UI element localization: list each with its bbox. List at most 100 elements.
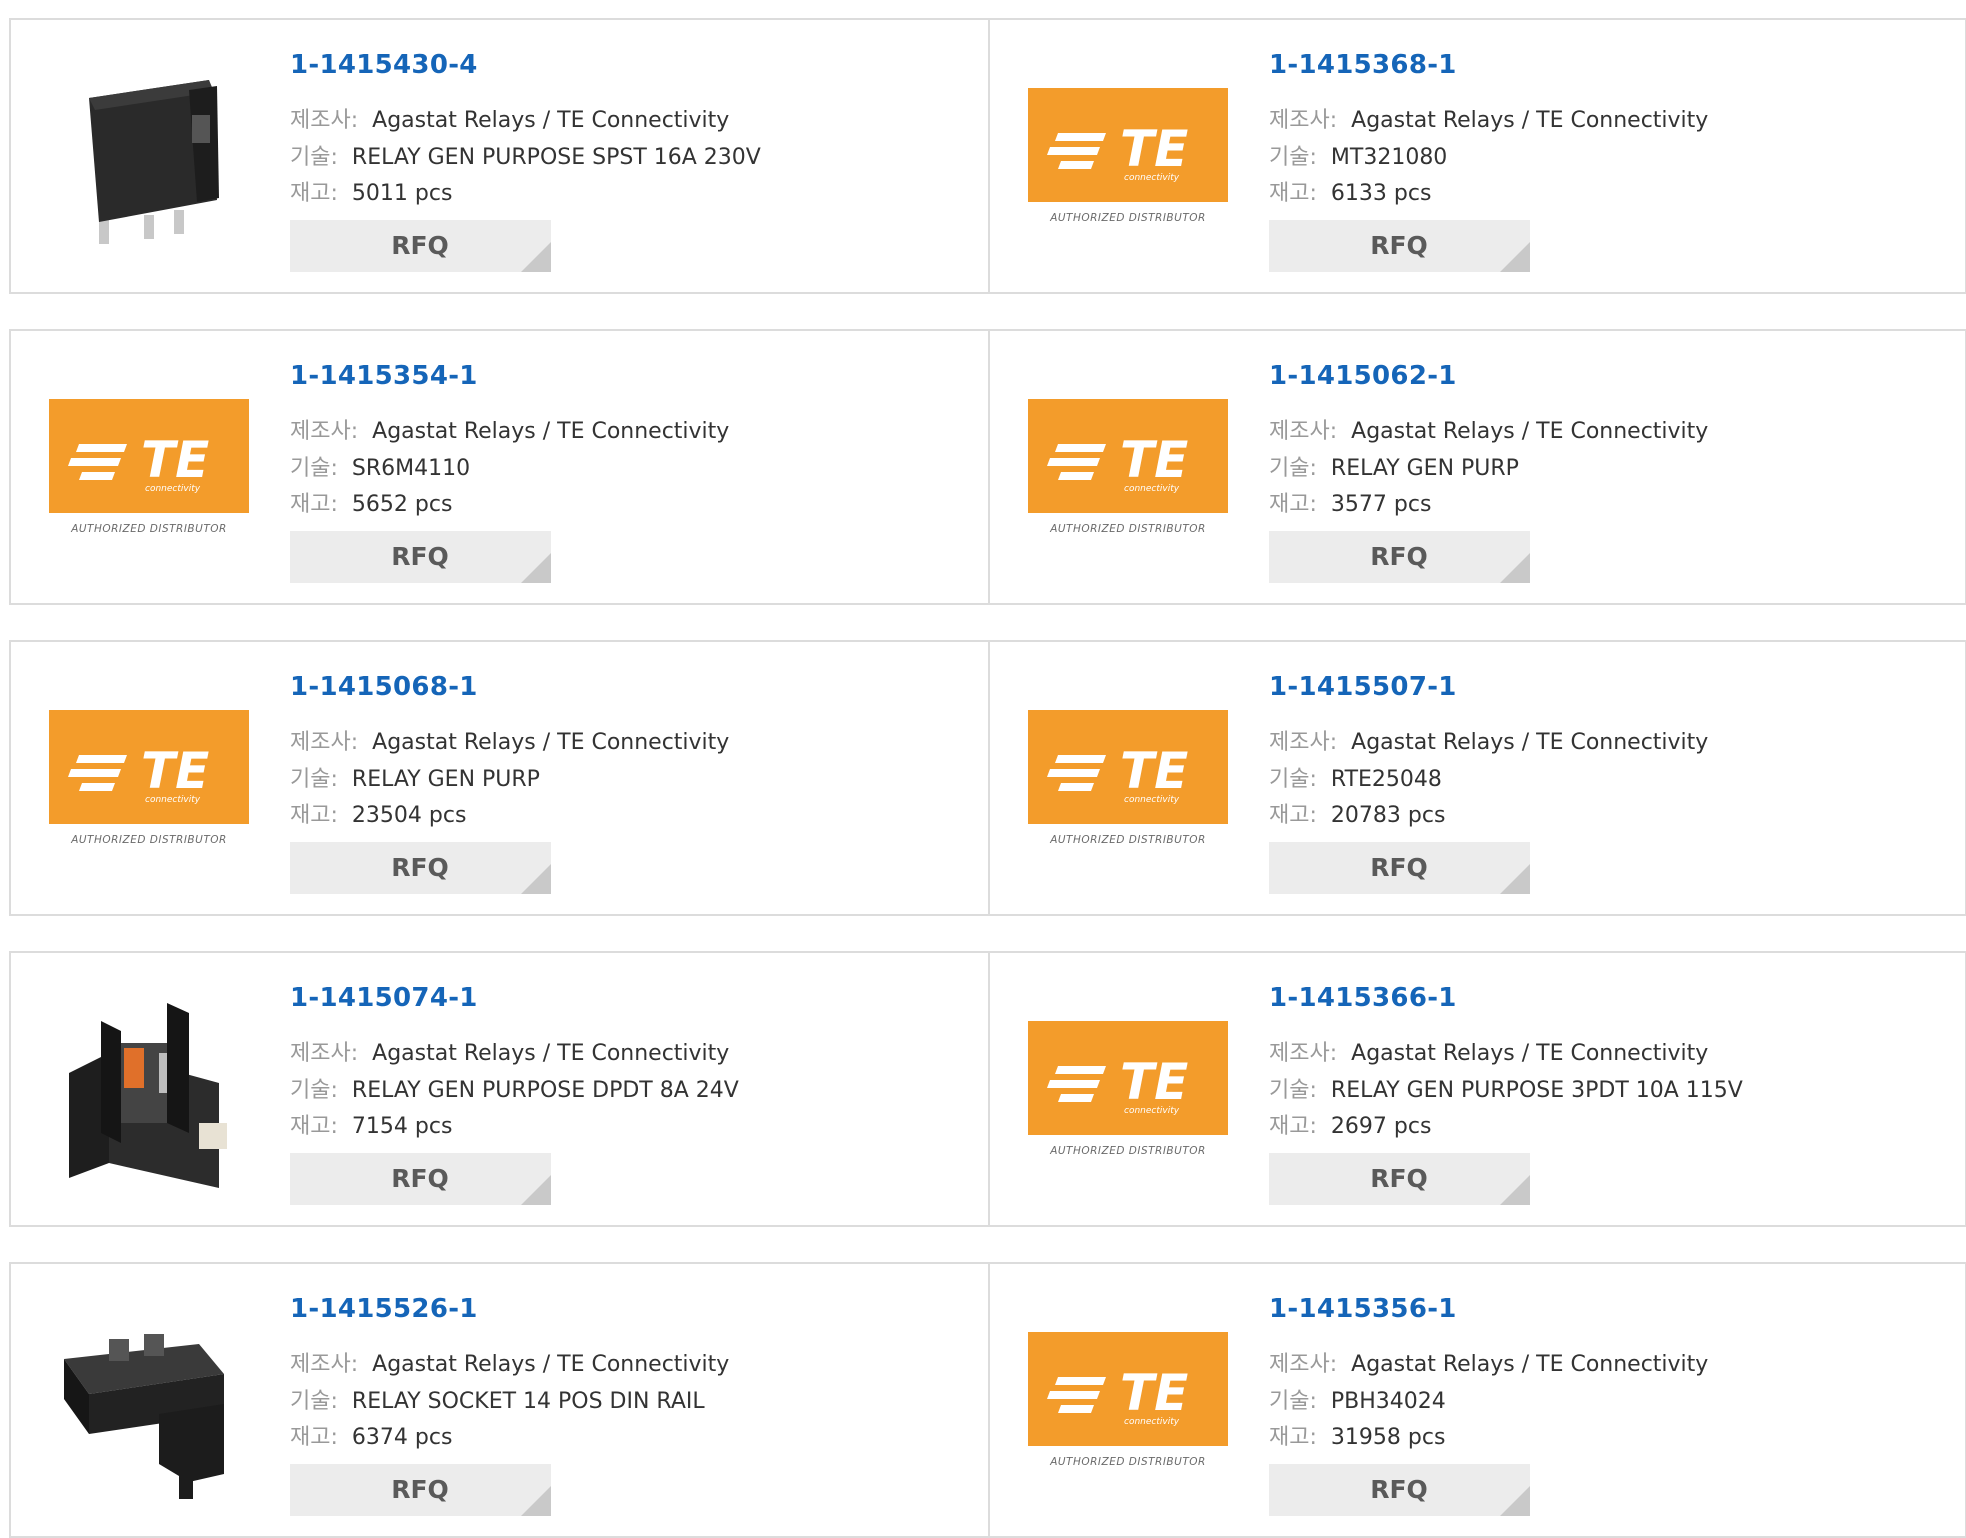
- stock-line: 재고: 31958 pcs: [1269, 1419, 1445, 1451]
- te-logo-box: TE connectivity: [1028, 87, 1228, 202]
- rfq-button[interactable]: RFQ: [290, 842, 551, 894]
- rfq-label: RFQ: [1370, 1475, 1428, 1504]
- product-row: TE connectivity AUTHORIZED DISTRIBUTOR 1…: [9, 640, 1966, 916]
- te-subbrand-text: connectivity: [145, 795, 201, 805]
- part-number-link[interactable]: 1-1415074-1: [290, 983, 478, 1013]
- stock-label: 재고:: [1269, 1114, 1317, 1139]
- rfq-label: RFQ: [1370, 853, 1428, 882]
- product-image[interactable]: [49, 993, 249, 1193]
- te-subbrand-text: connectivity: [1124, 173, 1180, 183]
- description-value: SR6M4110: [351, 456, 471, 481]
- stock-value: 5011 pcs: [351, 181, 453, 206]
- stock-line: 재고: 7154 pcs: [290, 1108, 452, 1140]
- manufacturer-label: 제조사:: [1269, 108, 1338, 133]
- stock-label: 재고:: [1269, 1425, 1317, 1450]
- authorized-distributor-caption: AUTHORIZED DISTRIBUTOR: [1050, 211, 1206, 224]
- description-line: 기술: PBH34024: [1269, 1383, 1446, 1415]
- authorized-distributor-caption: AUTHORIZED DISTRIBUTOR: [1050, 833, 1206, 846]
- part-number-link[interactable]: 1-1415062-1: [1269, 361, 1457, 391]
- description-line: 기술: RELAY GEN PURP: [290, 761, 540, 793]
- product-image[interactable]: [49, 1304, 249, 1504]
- manufacturer-value: Agastat Relays / TE Connectivity: [372, 419, 730, 444]
- rfq-label: RFQ: [391, 542, 449, 571]
- rfq-button[interactable]: RFQ: [290, 220, 551, 272]
- product-card: TE connectivity AUTHORIZED DISTRIBUTOR 1…: [990, 642, 1966, 914]
- rfq-label: RFQ: [1370, 1164, 1428, 1193]
- te-logo: TE connectivity AUTHORIZED DISTRIBUTOR: [1028, 1331, 1228, 1477]
- product-image[interactable]: TE connectivity AUTHORIZED DISTRIBUTOR: [1028, 1304, 1228, 1504]
- stock-value: 23504 pcs: [351, 803, 467, 828]
- rfq-button[interactable]: RFQ: [1269, 842, 1530, 894]
- product-image[interactable]: TE connectivity AUTHORIZED DISTRIBUTOR: [49, 682, 249, 882]
- product-image[interactable]: TE connectivity AUTHORIZED DISTRIBUTOR: [1028, 682, 1228, 882]
- manufacturer-label: 제조사:: [290, 1041, 359, 1066]
- product-image[interactable]: TE connectivity AUTHORIZED DISTRIBUTOR: [1028, 993, 1228, 1193]
- part-number-link[interactable]: 1-1415366-1: [1269, 983, 1457, 1013]
- manufacturer-line: 제조사: Agastat Relays / TE Connectivity: [290, 1035, 729, 1067]
- relay-icon: [89, 80, 219, 244]
- product-image[interactable]: [49, 60, 249, 260]
- corner-fold-icon: [521, 553, 551, 583]
- manufacturer-label: 제조사:: [290, 730, 359, 755]
- product-image[interactable]: TE connectivity AUTHORIZED DISTRIBUTOR: [1028, 371, 1228, 571]
- part-number-link[interactable]: 1-1415356-1: [1269, 1294, 1457, 1324]
- product-row: TE connectivity AUTHORIZED DISTRIBUTOR 1…: [9, 329, 1966, 605]
- corner-fold-icon: [1500, 864, 1530, 894]
- rfq-button[interactable]: RFQ: [1269, 220, 1530, 272]
- manufacturer-value: Agastat Relays / TE Connectivity: [372, 730, 730, 755]
- manufacturer-label: 제조사:: [1269, 730, 1338, 755]
- product-image[interactable]: TE connectivity AUTHORIZED DISTRIBUTOR: [1028, 60, 1228, 260]
- stock-label: 재고:: [290, 1425, 338, 1450]
- stock-label: 재고:: [290, 1114, 338, 1139]
- description-line: 기술: MT321080: [1269, 139, 1447, 171]
- rfq-button[interactable]: RFQ: [290, 1153, 551, 1205]
- description-label: 기술:: [290, 1078, 338, 1103]
- te-logo-mark-icon: TE connectivity: [1047, 1053, 1188, 1116]
- rfq-button[interactable]: RFQ: [1269, 1464, 1530, 1516]
- product-image[interactable]: TE connectivity AUTHORIZED DISTRIBUTOR: [49, 371, 249, 571]
- part-number-link[interactable]: 1-1415368-1: [1269, 50, 1457, 80]
- description-line: 기술: RTE25048: [1269, 761, 1442, 793]
- stock-label: 재고:: [1269, 803, 1317, 828]
- part-number-link[interactable]: 1-1415430-4: [290, 50, 478, 80]
- stock-line: 재고: 5011 pcs: [290, 175, 452, 207]
- din-socket-icon: [64, 1334, 224, 1499]
- te-logo: TE connectivity AUTHORIZED DISTRIBUTOR: [1028, 709, 1228, 855]
- rfq-label: RFQ: [1370, 542, 1428, 571]
- description-line: 기술: SR6M4110: [290, 450, 470, 482]
- description-value: RTE25048: [1330, 767, 1442, 792]
- part-number-link[interactable]: 1-1415526-1: [290, 1294, 478, 1324]
- rfq-button[interactable]: RFQ: [1269, 1153, 1530, 1205]
- te-logo: TE connectivity AUTHORIZED DISTRIBUTOR: [1028, 1020, 1228, 1166]
- te-logo-mark-icon: TE connectivity: [68, 742, 209, 805]
- manufacturer-line: 제조사: Agastat Relays / TE Connectivity: [1269, 724, 1708, 756]
- product-card: 1-1415526-1 제조사: Agastat Relays / TE Con…: [11, 1264, 988, 1536]
- manufacturer-value: Agastat Relays / TE Connectivity: [372, 1041, 730, 1066]
- rfq-button[interactable]: RFQ: [290, 531, 551, 583]
- rfq-label: RFQ: [391, 1164, 449, 1193]
- product-card: TE connectivity AUTHORIZED DISTRIBUTOR 1…: [990, 331, 1966, 603]
- description-value: MT321080: [1330, 145, 1448, 170]
- description-value: RELAY GEN PURPOSE DPDT 8A 24V: [351, 1078, 739, 1103]
- te-logo: TE connectivity AUTHORIZED DISTRIBUTOR: [1028, 87, 1228, 233]
- description-value: RELAY GEN PURPOSE SPST 16A 230V: [351, 145, 761, 170]
- te-brand-text: TE: [1120, 1053, 1188, 1111]
- te-logo-box: TE connectivity: [1028, 1331, 1228, 1446]
- te-logo-box: TE connectivity: [1028, 1020, 1228, 1135]
- te-subbrand-text: connectivity: [145, 484, 201, 494]
- corner-fold-icon: [1500, 1486, 1530, 1516]
- part-number-link[interactable]: 1-1415354-1: [290, 361, 478, 391]
- manufacturer-label: 제조사:: [290, 419, 359, 444]
- rfq-button[interactable]: RFQ: [1269, 531, 1530, 583]
- authorized-distributor-caption: AUTHORIZED DISTRIBUTOR: [71, 522, 227, 535]
- rfq-button[interactable]: RFQ: [290, 1464, 551, 1516]
- stock-line: 재고: 20783 pcs: [1269, 797, 1445, 829]
- part-number-link[interactable]: 1-1415507-1: [1269, 672, 1457, 702]
- description-line: 기술: RELAY GEN PURP: [1269, 450, 1519, 482]
- te-subbrand-text: connectivity: [1124, 484, 1180, 494]
- part-number-link[interactable]: 1-1415068-1: [290, 672, 478, 702]
- te-logo-box: TE connectivity: [49, 709, 249, 824]
- corner-fold-icon: [1500, 553, 1530, 583]
- product-card: TE connectivity AUTHORIZED DISTRIBUTOR 1…: [990, 20, 1966, 292]
- te-logo-box: TE connectivity: [1028, 709, 1228, 824]
